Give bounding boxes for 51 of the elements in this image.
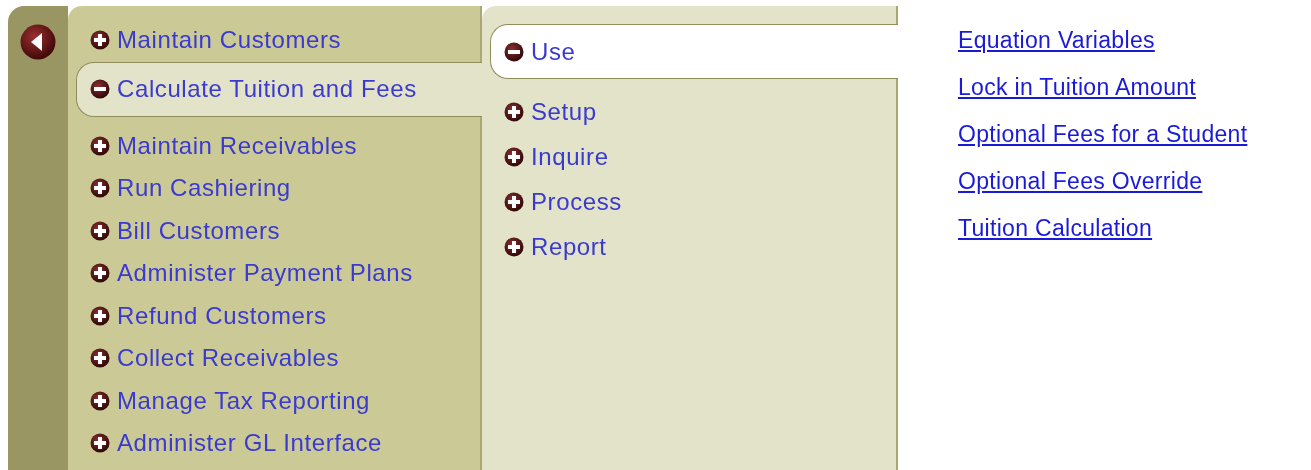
expand-icon[interactable] <box>90 348 110 369</box>
collapse-icon[interactable] <box>504 41 524 62</box>
subcategory-item[interactable]: Inquire <box>482 134 896 179</box>
category-item[interactable]: Maintain Receivables <box>68 124 480 167</box>
category-item[interactable]: Bill Customers <box>68 209 480 252</box>
expand-icon[interactable] <box>504 146 524 167</box>
subcategory-item[interactable]: Report <box>482 224 896 269</box>
category-item[interactable]: Maintain Customers <box>68 19 480 62</box>
menu-link[interactable]: Tuition Calculation <box>958 210 1153 257</box>
expand-icon[interactable] <box>90 390 110 411</box>
category-label[interactable]: Collect Receivables <box>117 344 340 373</box>
expand-icon[interactable] <box>90 30 110 51</box>
expand-icon[interactable] <box>90 305 110 326</box>
menu-link[interactable]: Equation Variables <box>958 22 1155 69</box>
menu-link[interactable]: Optional Fees for a Student <box>958 116 1248 163</box>
subcategory-item[interactable]: Use <box>490 24 898 79</box>
expand-icon[interactable] <box>90 433 110 454</box>
category-label[interactable]: Maintain Receivables <box>117 131 358 160</box>
category-label[interactable]: Administer GL Interface <box>117 429 382 458</box>
category-label[interactable]: Manage Tax Reporting <box>117 386 371 415</box>
menu-link[interactable]: Lock in Tuition Amount <box>958 69 1196 116</box>
subcategory-label[interactable]: Use <box>531 37 576 66</box>
expand-icon[interactable] <box>504 236 524 257</box>
expand-icon[interactable] <box>90 135 110 156</box>
expand-icon[interactable] <box>90 263 110 284</box>
expand-icon[interactable] <box>90 220 110 241</box>
category-label[interactable]: Calculate Tuition and Fees <box>117 75 417 103</box>
category-label[interactable]: Run Cashiering <box>117 174 291 203</box>
back-icon[interactable] <box>20 24 56 60</box>
category-label[interactable]: Refund Customers <box>117 301 327 330</box>
category-label[interactable]: Maintain Customers <box>117 26 342 55</box>
collapse-icon[interactable] <box>90 79 110 99</box>
subcategory-label[interactable]: Setup <box>531 97 597 126</box>
menu-link[interactable]: Optional Fees Override <box>958 163 1203 210</box>
subcategory-label[interactable]: Process <box>531 187 622 216</box>
subcategory-item[interactable]: Setup <box>482 89 896 134</box>
category-item[interactable]: Refund Customers <box>68 294 480 337</box>
expand-icon[interactable] <box>504 101 524 122</box>
expand-icon[interactable] <box>90 178 110 199</box>
category-item[interactable]: Run Cashiering <box>68 167 480 210</box>
category-item[interactable]: Manage Tax Reporting <box>68 379 480 422</box>
category-item[interactable]: Administer Payment Plans <box>68 252 480 295</box>
category-label[interactable]: Administer Payment Plans <box>117 259 413 288</box>
category-item[interactable]: Collect Receivables <box>68 337 480 380</box>
category-item[interactable]: Administer GL Interface <box>68 422 480 465</box>
category-label[interactable]: Bill Customers <box>117 216 281 245</box>
category-item[interactable]: Calculate Tuition and Fees <box>76 61 482 117</box>
expand-icon[interactable] <box>504 191 524 212</box>
subcategory-item[interactable]: Process <box>482 179 896 224</box>
subcategory-label[interactable]: Inquire <box>531 142 609 171</box>
subcategory-label[interactable]: Report <box>531 232 607 261</box>
